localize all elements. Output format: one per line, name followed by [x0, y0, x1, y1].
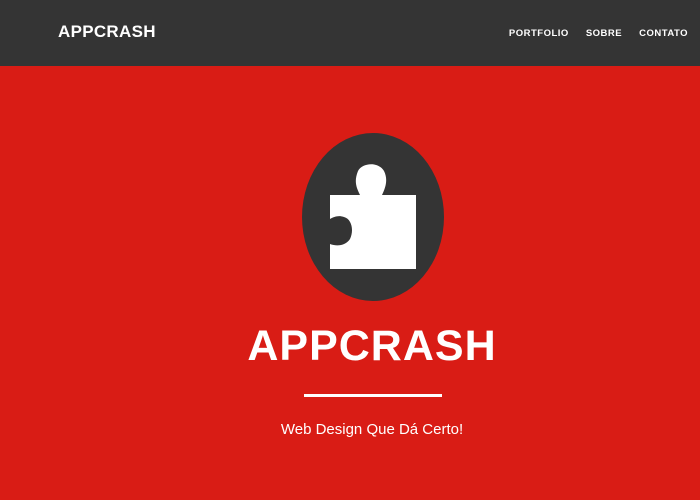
nav-link-contato[interactable]: CONTATO: [639, 28, 688, 39]
hero-title: APPCRASH: [247, 322, 497, 370]
main-nav: PORTFOLIO SOBRE CONTATO: [509, 28, 688, 39]
brand-link[interactable]: APPCRASH: [58, 22, 156, 42]
hero-divider: [304, 394, 442, 397]
hero-logo: [302, 133, 444, 301]
nav-link-sobre[interactable]: SOBRE: [586, 28, 622, 39]
puzzle-piece-icon: [302, 133, 444, 301]
navbar: APPCRASH PORTFOLIO SOBRE CONTATO: [0, 0, 700, 66]
nav-link-portfolio[interactable]: PORTFOLIO: [509, 28, 569, 39]
hero-tagline: Web Design Que Dá Certo!: [280, 421, 464, 438]
hero-section: APPCRASH Web Design Que Dá Certo!: [0, 66, 700, 500]
